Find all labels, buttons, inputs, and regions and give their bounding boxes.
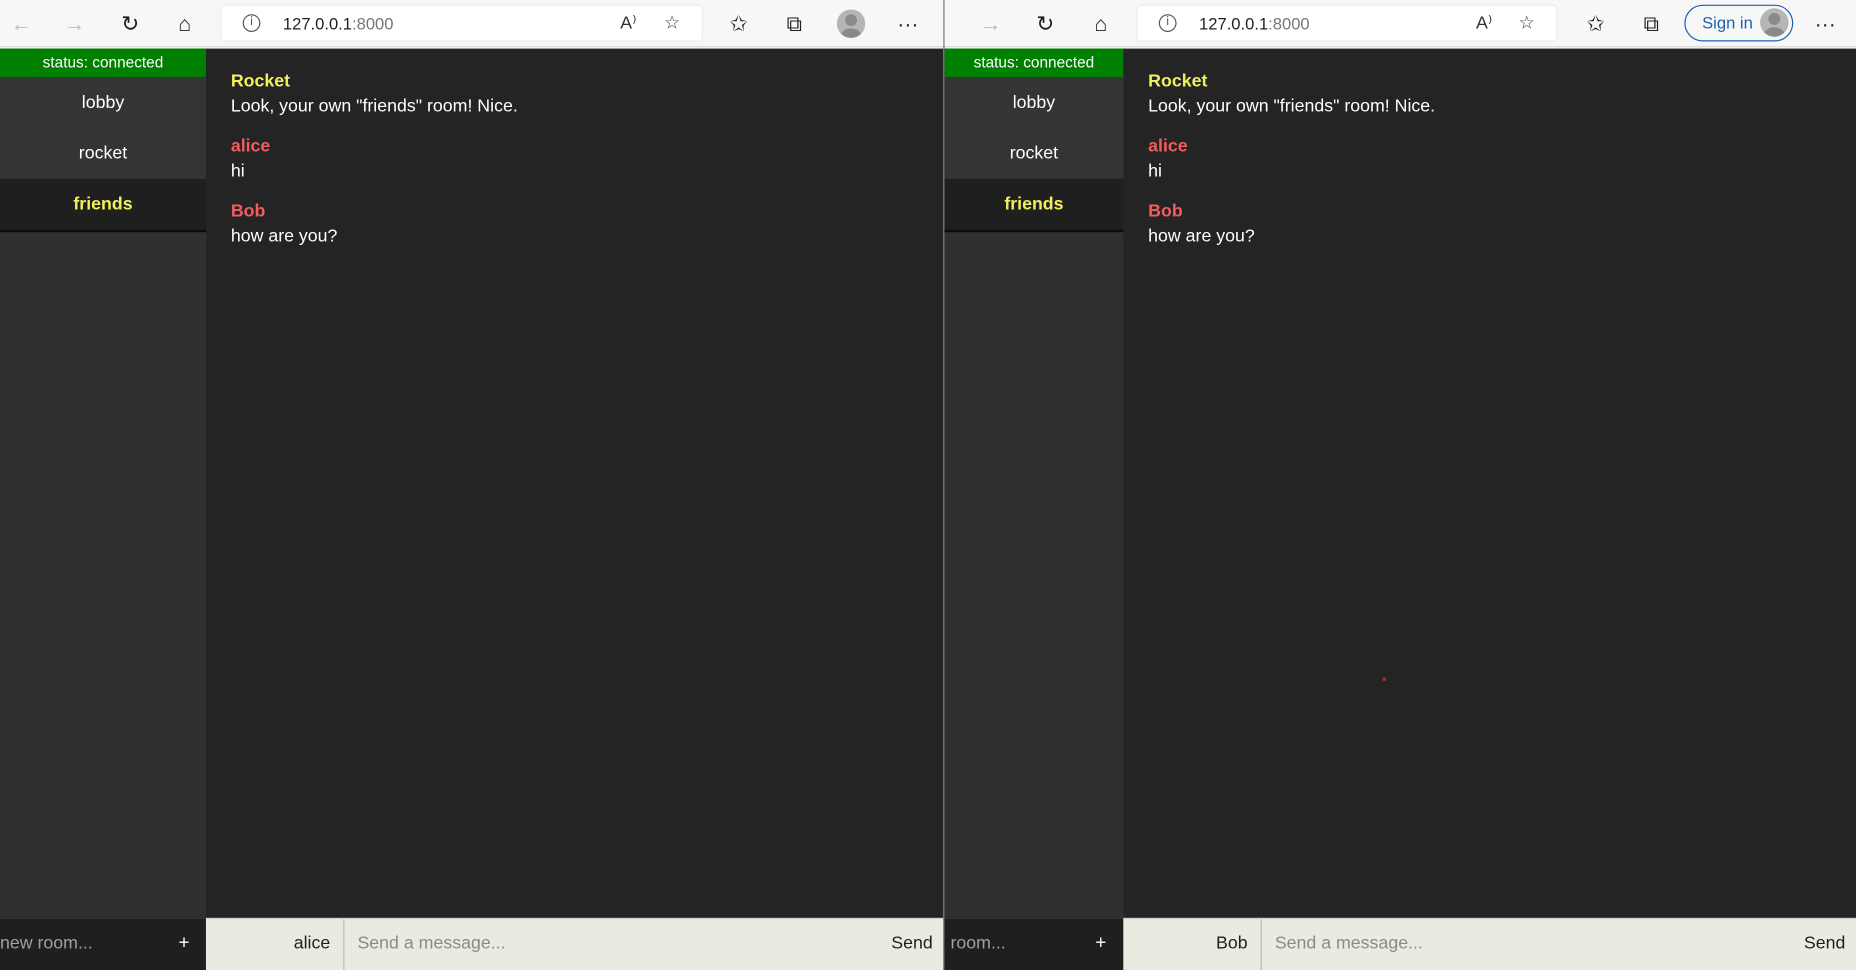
cursor-dot xyxy=(1382,677,1387,682)
browser-toolbar: ← → ↻ ⌂ i 127.0.0.1:8000 A⁾ ☆ ✩ ⧉ ··· xyxy=(0,0,944,48)
username-field[interactable]: alice xyxy=(206,919,345,970)
screenshot: ← → ↻ ⌂ i 127.0.0.1:8000 A⁾ ☆ ✩ ⧉ ··· st… xyxy=(0,0,1856,970)
add-favorite-icon[interactable]: ☆ xyxy=(1519,12,1535,33)
bottom-bar: new room... + alice Send a message... Se… xyxy=(0,917,944,970)
sign-in-button[interactable]: Sign in xyxy=(1684,4,1794,42)
room-item-friends[interactable]: friends xyxy=(0,178,206,233)
message-text: Look, your own "friends" room! Nice. xyxy=(1148,95,1436,117)
add-room-button[interactable]: + xyxy=(162,917,206,970)
message-input[interactable]: Send a message... xyxy=(1275,919,1785,970)
home-icon[interactable]: ⌂ xyxy=(170,9,198,37)
url-text: 127.0.0.1:8000 xyxy=(1199,14,1310,34)
message-composer: alice Send a message... Send xyxy=(205,917,944,970)
connection-status: status: connected xyxy=(0,48,206,77)
favorites-icon[interactable]: ✩ xyxy=(724,9,752,37)
refresh-icon[interactable]: ↻ xyxy=(116,9,144,37)
message: Rocket Look, your own "friends" room! Ni… xyxy=(1148,70,1831,120)
room-item-lobby[interactable]: lobby xyxy=(0,76,206,128)
message-input[interactable]: Send a message... xyxy=(357,919,872,970)
message-text: hi xyxy=(1148,161,1162,182)
message-text: how are you? xyxy=(1148,226,1255,247)
add-favorite-icon[interactable]: ☆ xyxy=(664,12,680,33)
message-author: alice xyxy=(1148,136,1188,157)
home-icon[interactable]: ⌂ xyxy=(1087,9,1115,37)
room-item-friends[interactable]: friends xyxy=(944,178,1124,233)
room-item-lobby[interactable]: lobby xyxy=(944,76,1124,128)
info-icon[interactable]: i xyxy=(1158,14,1177,32)
read-aloud-icon[interactable]: A⁾ xyxy=(620,12,636,33)
refresh-icon[interactable]: ↻ xyxy=(1031,9,1059,37)
read-aloud-icon[interactable]: A⁾ xyxy=(1476,12,1492,33)
message: Bob how are you? xyxy=(231,200,919,250)
message-list: Rocket Look, your own "friends" room! Ni… xyxy=(206,49,943,918)
browser-window-bob: → ↻ ⌂ i 127.0.0.1:8000 A⁾ ☆ ✩ ⧉ Sign in … xyxy=(944,0,1856,970)
collections-icon[interactable]: ⧉ xyxy=(1637,9,1665,37)
sign-in-label: Sign in xyxy=(1702,13,1753,32)
browser-window-alice: ← → ↻ ⌂ i 127.0.0.1:8000 A⁾ ☆ ✩ ⧉ ··· st… xyxy=(0,0,944,970)
message-author: alice xyxy=(230,136,271,157)
profile-icon[interactable] xyxy=(836,9,866,38)
send-button[interactable]: Send xyxy=(1804,919,1845,970)
message-text: Look, your own "friends" room! Nice. xyxy=(230,95,518,117)
forward-icon[interactable]: → xyxy=(977,9,1005,37)
bottom-bar: room... + Bob Send a message... Send xyxy=(944,917,1856,970)
message: alice hi xyxy=(1148,135,1831,185)
browser-toolbar: → ↻ ⌂ i 127.0.0.1:8000 A⁾ ☆ ✩ ⧉ Sign in … xyxy=(944,0,1856,48)
profile-icon xyxy=(1760,8,1789,37)
chat-app: status: connected lobby rocket friends R… xyxy=(0,48,944,970)
username-field[interactable]: Bob xyxy=(1123,919,1262,970)
message-author: Rocket xyxy=(230,71,291,92)
message-composer: Bob Send a message... Send xyxy=(1123,917,1856,970)
send-button[interactable]: Send xyxy=(891,919,932,970)
message-list: Rocket Look, your own "friends" room! Ni… xyxy=(1123,49,1856,918)
add-room-button[interactable]: + xyxy=(1078,917,1124,970)
more-icon[interactable]: ··· xyxy=(894,9,922,37)
message-author: Bob xyxy=(1148,201,1183,222)
collections-icon[interactable]: ⧉ xyxy=(780,9,808,37)
new-room-input[interactable]: new room... xyxy=(0,917,163,970)
address-bar[interactable]: i 127.0.0.1:8000 A⁾ ☆ xyxy=(1136,4,1558,42)
message-author: Bob xyxy=(230,201,266,222)
message: alice hi xyxy=(231,135,919,185)
forward-icon[interactable]: → xyxy=(60,9,88,37)
url-text: 127.0.0.1:8000 xyxy=(282,14,394,34)
room-sidebar: status: connected lobby rocket friends xyxy=(944,48,1124,970)
info-icon[interactable]: i xyxy=(242,14,261,32)
more-icon[interactable]: ··· xyxy=(1811,9,1839,37)
room-item-rocket[interactable]: rocket xyxy=(0,127,206,179)
side-by-side-browsers: ← → ↻ ⌂ i 127.0.0.1:8000 A⁾ ☆ ✩ ⧉ ··· st… xyxy=(0,0,1856,970)
address-bar[interactable]: i 127.0.0.1:8000 A⁾ ☆ xyxy=(220,4,704,42)
message-author: Rocket xyxy=(1148,71,1208,92)
message-text: hi xyxy=(230,161,245,182)
room-sidebar: status: connected lobby rocket friends xyxy=(0,48,206,970)
back-icon[interactable]: ← xyxy=(7,9,35,37)
room-item-rocket[interactable]: rocket xyxy=(944,127,1124,179)
connection-status: status: connected xyxy=(944,48,1124,77)
message: Bob how are you? xyxy=(1148,200,1831,250)
message-text: how are you? xyxy=(230,226,338,247)
chat-app: status: connected lobby rocket friends R… xyxy=(944,48,1856,970)
message: Rocket Look, your own "friends" room! Ni… xyxy=(231,70,919,120)
favorites-icon[interactable]: ✩ xyxy=(1581,9,1609,37)
new-room-input[interactable]: room... xyxy=(944,917,1079,970)
